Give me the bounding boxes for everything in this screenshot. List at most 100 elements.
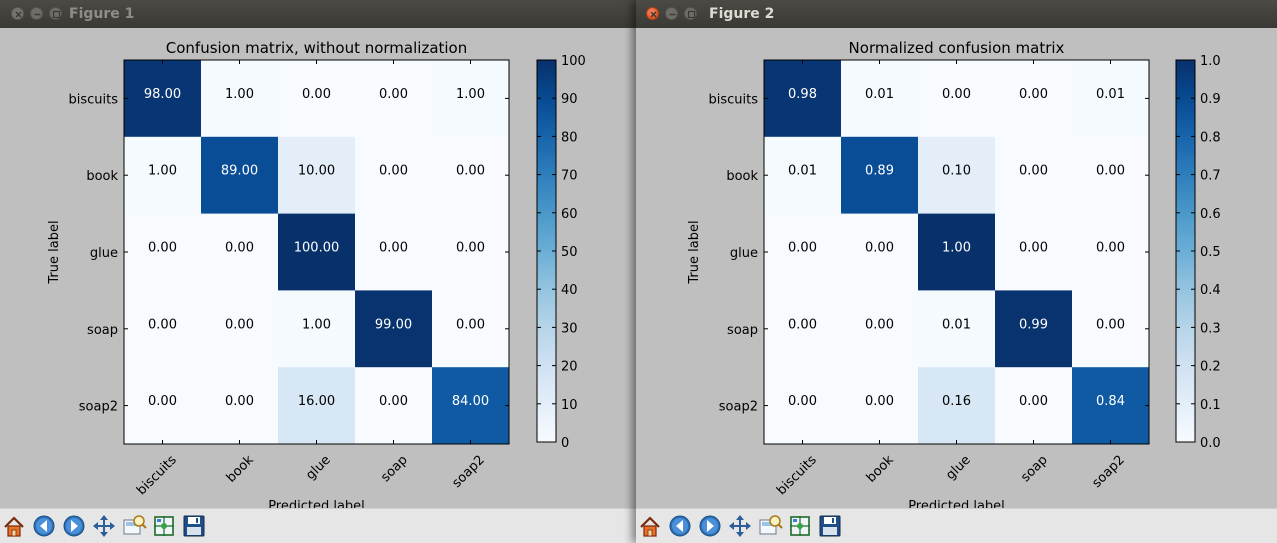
cell-value-label: 0.10 xyxy=(942,164,971,179)
cell-value-label: 0.00 xyxy=(148,317,177,332)
cell-value-label: 0.00 xyxy=(225,394,254,409)
colorbar-tick-label: 70 xyxy=(561,169,578,184)
x-tick-label: soap2 xyxy=(449,453,487,491)
minimize-icon xyxy=(34,13,41,16)
move-icon xyxy=(729,515,751,537)
forward-arrow-icon xyxy=(63,515,85,537)
maximize-window-button[interactable] xyxy=(684,7,697,20)
cell-value-label: 0.89 xyxy=(865,164,894,179)
close-window-button[interactable] xyxy=(646,7,659,20)
y-tick-label: biscuits xyxy=(68,92,118,107)
x-tick-label: soap xyxy=(1018,453,1050,485)
cell-value-label: 0.00 xyxy=(1019,241,1048,256)
x-tick-label: book xyxy=(864,452,897,485)
save-button[interactable] xyxy=(816,512,844,540)
cell-value-label: 0.01 xyxy=(788,164,817,179)
forward-button[interactable] xyxy=(60,512,88,540)
cell-value-label: 0.84 xyxy=(1096,394,1125,409)
back-arrow-icon xyxy=(669,515,691,537)
cell-value-label: 1.00 xyxy=(225,87,254,102)
cell-value-label: 0.00 xyxy=(865,317,894,332)
cell-value-label: 0.00 xyxy=(148,394,177,409)
x-axis-label: Predicted label xyxy=(908,499,1005,508)
close-icon xyxy=(650,11,657,18)
minimize-window-button[interactable] xyxy=(665,7,678,20)
colorbar-tick-label: 50 xyxy=(561,245,578,260)
cell-value-label: 0.00 xyxy=(1019,87,1048,102)
x-tick-label: biscuits xyxy=(134,453,180,499)
window-title: Figure 1 xyxy=(69,6,135,22)
figure-canvas[interactable]: Normalized confusion matrix 0.98 0.01 0.00 0… xyxy=(636,28,1277,508)
cell-value-label: 0.16 xyxy=(942,394,971,409)
cell-value-label: 1.00 xyxy=(456,87,485,102)
back-button[interactable] xyxy=(30,512,58,540)
colorbar-tick-label: 0 xyxy=(561,436,569,451)
maximize-icon xyxy=(52,10,61,19)
cell-value-label: 89.00 xyxy=(221,164,258,179)
subplots-button[interactable] xyxy=(150,512,178,540)
move-icon xyxy=(93,515,115,537)
colorbar-tick-label: 0.5 xyxy=(1200,245,1221,260)
x-tick-label: glue xyxy=(303,453,333,483)
cell-value-label: 0.00 xyxy=(456,164,485,179)
subplots-icon xyxy=(154,516,174,536)
cell-value-label: 1.00 xyxy=(148,164,177,179)
figure-canvas[interactable]: Confusion matrix, without normalization 9… xyxy=(0,28,636,508)
back-arrow-icon xyxy=(33,515,55,537)
colorbar-tick-label: 0.3 xyxy=(1200,321,1221,336)
close-icon xyxy=(15,11,22,18)
colorbar-tick-label: 0.9 xyxy=(1200,92,1221,107)
colorbar-tick-label: 20 xyxy=(561,360,578,375)
titlebar: Figure 1 xyxy=(0,0,636,28)
cell-value-label: 0.00 xyxy=(1096,241,1125,256)
colorbar-tick-label: 0.4 xyxy=(1200,283,1221,298)
colorbar-tick-label: 0.8 xyxy=(1200,130,1221,145)
normalized-confusion-matrix-chart: Normalized confusion matrix 0.98 0.01 0.00 0… xyxy=(687,39,1221,508)
back-button[interactable] xyxy=(666,512,694,540)
colorbar-tick-label: 100 xyxy=(561,54,586,69)
colorbar-tick-label: 0.2 xyxy=(1200,360,1221,375)
colorbar-tick-label: 80 xyxy=(561,130,578,145)
cell-value-label: 0.00 xyxy=(379,241,408,256)
x-tick-label: book xyxy=(224,452,257,485)
zoom-button[interactable] xyxy=(120,512,148,540)
forward-button[interactable] xyxy=(696,512,724,540)
home-button[interactable] xyxy=(0,512,28,540)
save-button[interactable] xyxy=(180,512,208,540)
cell-value-label: 0.00 xyxy=(225,317,254,332)
maximize-window-button[interactable] xyxy=(49,7,62,20)
window-title: Figure 2 xyxy=(709,6,775,22)
cell-value-label: 0.00 xyxy=(865,394,894,409)
cell-value-label: 99.00 xyxy=(375,317,412,332)
zoom-rect-icon xyxy=(759,515,783,535)
cell-value-label: 0.00 xyxy=(148,241,177,256)
subplots-icon xyxy=(790,516,810,536)
x-tick-label: glue xyxy=(943,453,973,483)
y-axis-label: True label xyxy=(47,220,62,284)
close-window-button[interactable] xyxy=(11,7,24,20)
cell-value-label: 0.00 xyxy=(788,317,817,332)
titlebar: Figure 2 xyxy=(636,0,1277,28)
confusion-matrix-chart: Confusion matrix, without normalization 9… xyxy=(47,39,586,508)
y-tick-label: book xyxy=(86,169,118,184)
pan-button[interactable] xyxy=(726,512,754,540)
cell-value-label: 0.00 xyxy=(302,87,331,102)
x-tick-label: soap xyxy=(378,453,410,485)
cell-value-label: 0.98 xyxy=(788,87,817,102)
zoom-button[interactable] xyxy=(756,512,784,540)
home-icon xyxy=(4,516,24,537)
y-tick-label: soap2 xyxy=(719,400,758,415)
cell-value-label: 0.00 xyxy=(788,394,817,409)
colorbar-tick-label: 40 xyxy=(561,283,578,298)
floppy-disk-icon xyxy=(819,515,841,537)
y-tick-label: book xyxy=(726,169,758,184)
cell-value-label: 84.00 xyxy=(452,394,489,409)
pan-button[interactable] xyxy=(90,512,118,540)
cell-value-label: 0.00 xyxy=(456,317,485,332)
cell-value-label: 16.00 xyxy=(298,394,335,409)
cell-value-label: 0.01 xyxy=(942,317,971,332)
home-button[interactable] xyxy=(636,512,664,540)
subplots-button[interactable] xyxy=(786,512,814,540)
x-tick-label: soap2 xyxy=(1089,453,1127,491)
minimize-window-button[interactable] xyxy=(30,7,43,20)
